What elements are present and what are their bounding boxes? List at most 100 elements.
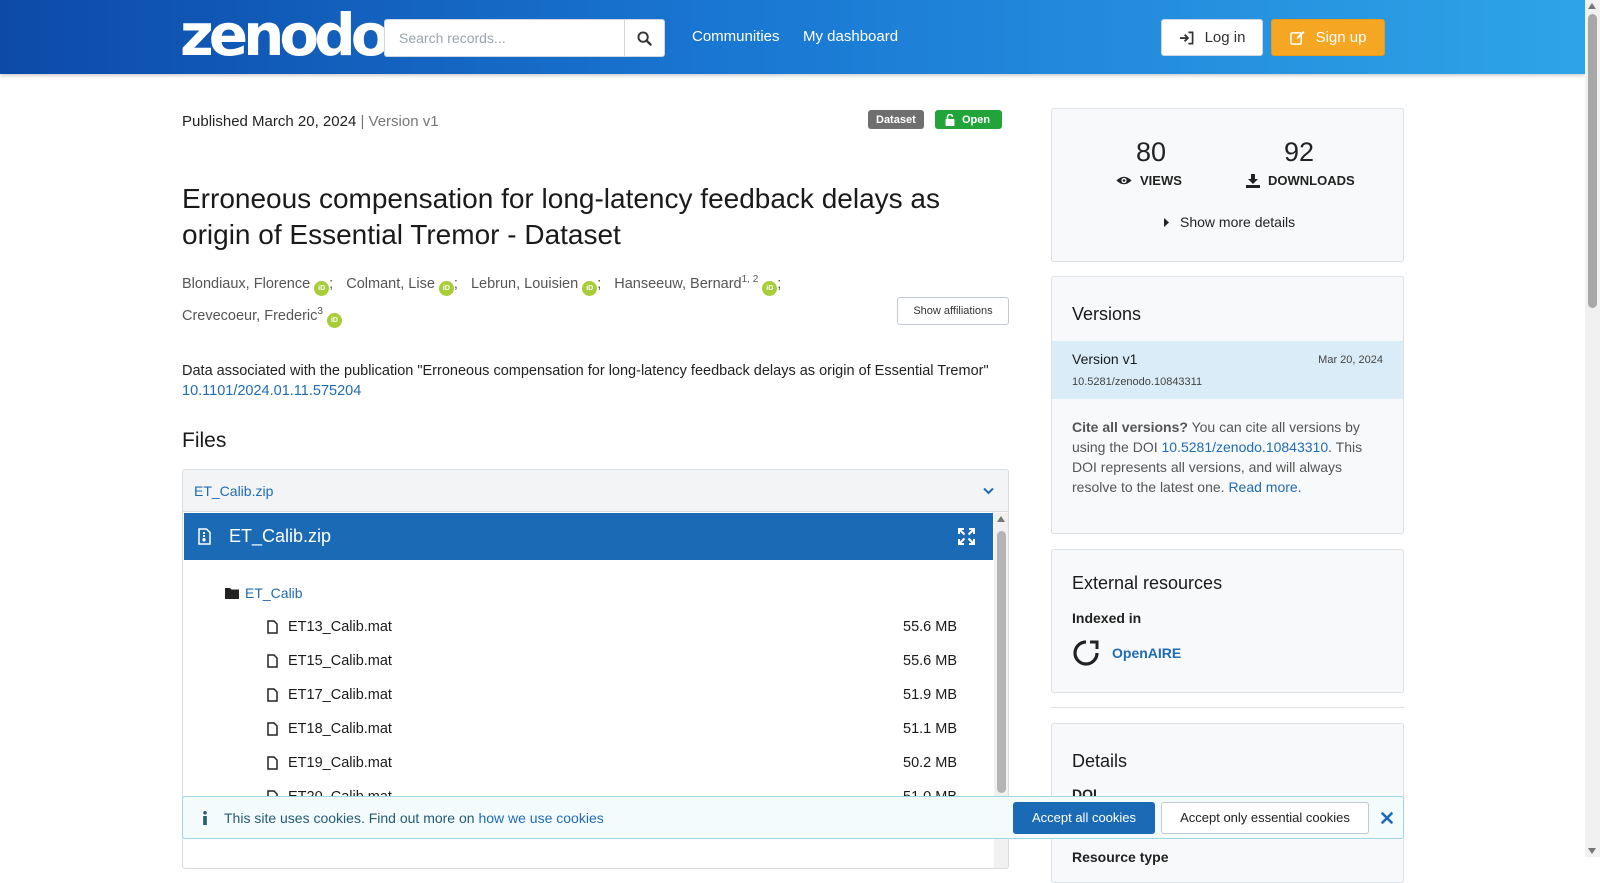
description-text: Data associated with the publication "Er… [182, 363, 989, 379]
page-scrollbar[interactable] [1585, 0, 1600, 857]
signup-label: Sign up [1315, 29, 1367, 46]
lock-open-icon [945, 113, 955, 126]
creators-list: Blondiaux, Florence iD; Colmant, Lise iD; … [182, 266, 822, 331]
search-input[interactable] [384, 19, 624, 57]
cookie-message: This site uses cookies. Find out more on… [224, 809, 604, 826]
external-resources-card: External resources Indexed in OpenAIRE [1051, 549, 1404, 693]
orcid-icon[interactable]: iD [762, 280, 778, 296]
chevron-down-icon [983, 487, 994, 494]
version-item-active[interactable]: Version v1 Mar 20, 2024 10.5281/zenodo.1… [1052, 341, 1403, 399]
file-size: 55.6 MB [903, 619, 957, 635]
file-name: ET17_Calib.mat [288, 687, 392, 703]
files-heading: Files [182, 429, 227, 452]
details-heading: Details [1072, 751, 1128, 771]
accept-essential-cookies-button[interactable]: Accept only essential cookies [1161, 801, 1369, 834]
openaire-icon [1073, 640, 1099, 666]
creator[interactable]: Blondiaux, Florence iD [182, 276, 330, 296]
downloads-count: 92 [1284, 137, 1315, 167]
top-navbar: zenodo Communities My dashboard Log in S… [0, 0, 1585, 74]
file-icon [267, 654, 278, 668]
versions-card: Versions Version v1 Mar 20, 2024 10.5281… [1051, 276, 1404, 534]
expand-icon[interactable] [958, 528, 975, 545]
nav-my-dashboard[interactable]: My dashboard [803, 28, 898, 45]
views-label: VIEWS [1116, 173, 1182, 188]
openaire-link[interactable]: OpenAIRE [1072, 639, 1181, 667]
creator[interactable]: Lebrun, Louisien iD [471, 276, 598, 296]
signup-button[interactable]: Sign up [1271, 19, 1385, 56]
file-name: ET13_Calib.mat [288, 619, 392, 635]
accept-all-cookies-button[interactable]: Accept all cookies [1013, 801, 1155, 834]
file-icon [267, 620, 278, 634]
eye-icon [1116, 176, 1132, 185]
caret-right-icon [1164, 217, 1169, 227]
cookie-policy-link[interactable]: how we use cookies [478, 810, 603, 826]
file-size: 51.9 MB [903, 687, 957, 703]
creator[interactable]: Colmant, Lise iD [346, 276, 454, 296]
orcid-icon[interactable]: iD [582, 280, 598, 296]
file-row: ET15_Calib.mat 55.6 MB [267, 653, 957, 669]
file-row: ET17_Calib.mat 51.9 MB [267, 687, 957, 703]
creator[interactable]: Crevecoeur, Frederic3iD [182, 306, 342, 329]
external-resources-heading: External resources [1072, 573, 1223, 593]
views-count: 80 [1136, 137, 1167, 167]
file-name: ET15_Calib.mat [288, 653, 392, 669]
sidebar-divider [1051, 707, 1404, 708]
cite-all-versions: Cite all versions? You can cite all vers… [1072, 419, 1363, 495]
folder-row[interactable]: ET_Calib [225, 585, 303, 601]
file-size: 50.2 MB [903, 755, 957, 771]
orcid-icon[interactable]: iD [326, 313, 342, 329]
preview-scrollbar-thumb[interactable] [997, 531, 1006, 793]
file-icon [267, 722, 278, 736]
file-preview-header: ET_Calib.zip [184, 513, 993, 560]
access-badge: Open [935, 110, 1003, 129]
search-button[interactable] [624, 19, 665, 57]
zip-file-link[interactable]: ET_Calib.zip [194, 483, 273, 499]
file-size: 51.1 MB [903, 721, 957, 737]
stats-card: 80 VIEWS 92 DOWNLOADS Show more details [1051, 108, 1404, 262]
creator[interactable]: Hanseeuw, Bernard1, 2iD [614, 274, 778, 296]
info-icon [203, 810, 207, 825]
download-icon [1246, 173, 1260, 188]
zenodo-logo[interactable]: zenodo [180, 2, 391, 68]
login-label: Log in [1204, 29, 1246, 46]
search-icon [637, 30, 652, 46]
version-date: Mar 20, 2024 [1318, 354, 1383, 366]
file-name: ET19_Calib.mat [288, 755, 392, 771]
file-row: ET19_Calib.mat 50.2 MB [267, 755, 957, 771]
published-date: Published March 20, 2024 [182, 113, 357, 130]
resource-type-label: Resource type [1072, 849, 1169, 865]
folder-icon [225, 588, 239, 599]
publication-info: Published March 20, 2024 | Version v1 [182, 113, 439, 130]
preview-title: ET_Calib.zip [229, 526, 332, 546]
orcid-icon[interactable]: iD [314, 280, 330, 296]
orcid-icon[interactable]: iD [438, 280, 454, 296]
version-name: Version v1 [1072, 351, 1138, 367]
version-label: Version v1 [368, 113, 439, 130]
downloads-label: DOWNLOADS [1246, 173, 1355, 188]
login-button[interactable]: Log in [1161, 19, 1263, 56]
record-title: Erroneous compensation for long-latency … [182, 183, 940, 250]
folder-name[interactable]: ET_Calib [245, 585, 303, 601]
show-more-details-button[interactable]: Show more details [1164, 214, 1295, 230]
nav-communities[interactable]: Communities [692, 28, 780, 45]
read-more-link[interactable]: Read more [1228, 479, 1297, 495]
file-row: ET18_Calib.mat 51.1 MB [267, 721, 957, 737]
file-size: 55.6 MB [903, 653, 957, 669]
cookie-banner: This site uses cookies. Find out more on… [182, 796, 1404, 839]
page-scrollbar-thumb[interactable] [1588, 14, 1597, 308]
versions-heading: Versions [1072, 304, 1142, 324]
version-doi: 10.5281/zenodo.10843311 [1072, 376, 1203, 388]
edit-icon [1289, 30, 1305, 45]
related-doi-link[interactable]: 10.1101/2024.01.11.575204 [182, 383, 361, 399]
file-icon [267, 688, 278, 702]
search-bar [384, 19, 665, 57]
files-accordion-header[interactable]: ET_Calib.zip [183, 470, 1008, 512]
close-icon[interactable] [1381, 811, 1393, 824]
file-row: ET13_Calib.mat 55.6 MB [267, 619, 957, 635]
resource-type-badge: Dataset [868, 110, 924, 129]
file-name: ET18_Calib.mat [288, 721, 392, 737]
concept-doi-link[interactable]: 10.5281/zenodo.10843310 [1162, 439, 1329, 455]
file-icon [267, 756, 278, 770]
show-affiliations-button[interactable]: Show affiliations [897, 297, 1009, 325]
record-description: Data associated with the publication "Er… [182, 361, 1002, 401]
